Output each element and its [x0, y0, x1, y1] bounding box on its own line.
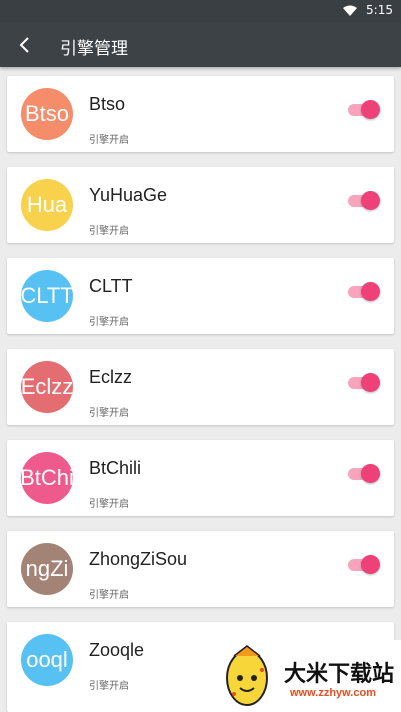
engine-card[interactable]: BtChi BtChili 引擎开启: [7, 440, 394, 516]
status-time: 5:15: [366, 3, 393, 17]
engine-avatar: ooql: [21, 634, 73, 686]
page-title: 引擎管理: [60, 39, 128, 59]
engine-toggle[interactable]: [348, 282, 380, 302]
engine-name: YuHuaGe: [89, 185, 168, 205]
engine-toggle[interactable]: [348, 464, 380, 484]
engine-avatar: CLTT: [21, 270, 73, 322]
engine-card[interactable]: ngZi ZhongZiSou 引擎开启: [7, 531, 394, 607]
watermark-title: 大米下载站: [284, 662, 395, 687]
engine-avatar: BtChi: [21, 452, 73, 504]
engine-status: 引擎开启: [89, 499, 129, 510]
engine-avatar: Hua: [21, 179, 73, 231]
engine-avatar: ngZi: [21, 543, 73, 595]
egg-mascot-icon: [226, 645, 268, 706]
wifi-icon: [343, 5, 357, 16]
engine-name: Eclzz: [89, 367, 133, 387]
engine-toggle[interactable]: [348, 373, 380, 393]
engine-name: Btso: [89, 94, 126, 114]
engine-card[interactable]: Hua YuHuaGe 引擎开启: [7, 167, 394, 243]
engine-status: 引擎开启: [89, 408, 129, 419]
back-button[interactable]: [10, 22, 40, 67]
engine-status: 引擎开启: [89, 226, 129, 237]
engine-card[interactable]: Eclzz Eclzz 引擎开启: [7, 349, 394, 425]
engine-status: 引擎开启: [89, 681, 129, 692]
watermark-url: www.zzhyw.com: [290, 687, 376, 699]
back-arrow-icon: [19, 36, 29, 53]
engine-toggle[interactable]: [348, 191, 380, 211]
engine-status: 引擎开启: [89, 135, 129, 146]
engine-toggle[interactable]: [348, 555, 380, 575]
engine-card[interactable]: Btso Btso 引擎开启: [7, 76, 394, 152]
engine-name: CLTT: [89, 276, 133, 296]
engine-avatar: Eclzz: [21, 361, 73, 413]
engine-status: 引擎开启: [89, 590, 129, 601]
engine-toggle[interactable]: [348, 100, 380, 120]
engine-status: 引擎开启: [89, 317, 129, 328]
engine-name: BtChili: [89, 458, 142, 478]
engine-card[interactable]: CLTT CLTT 引擎开启: [7, 258, 394, 334]
watermark: 大米下载站 www.zzhyw.com: [218, 640, 401, 712]
engine-name: Zooqle: [89, 640, 145, 660]
engine-name: ZhongZiSou: [89, 549, 188, 569]
app-bar: 引擎管理: [0, 22, 401, 67]
status-bar: 5:15: [0, 0, 401, 22]
engine-avatar: Btso: [21, 88, 73, 140]
